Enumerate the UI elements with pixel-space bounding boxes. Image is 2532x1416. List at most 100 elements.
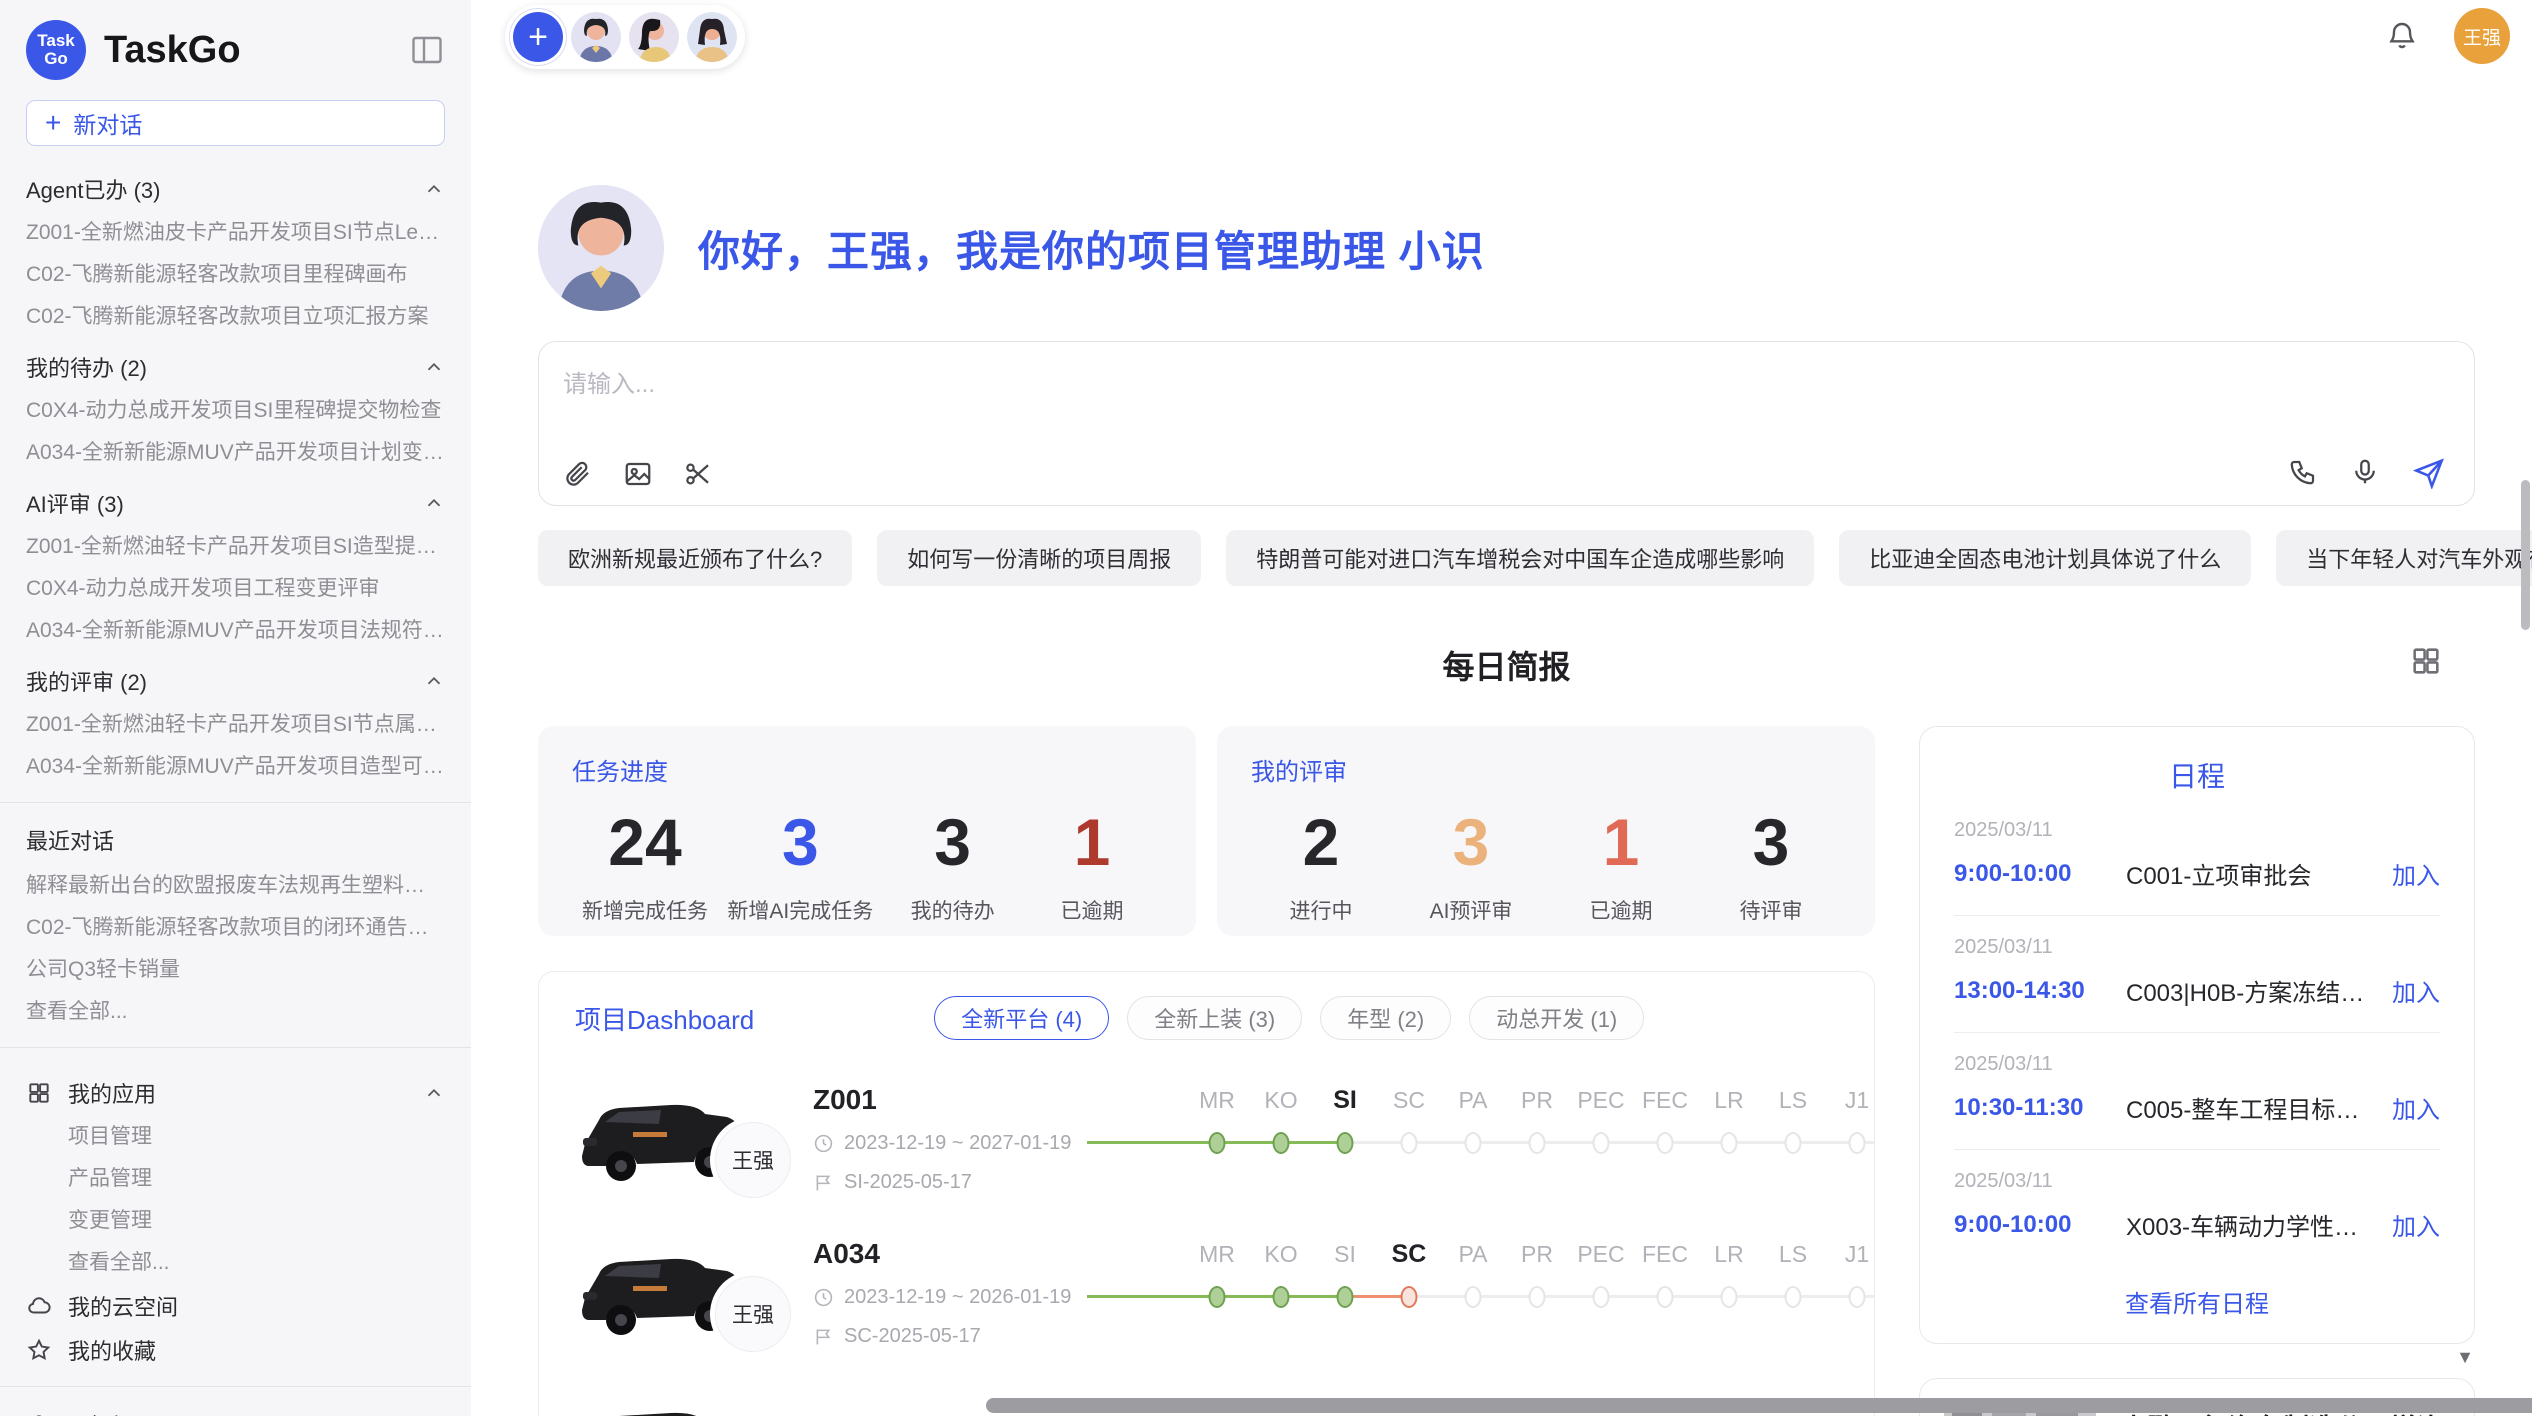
app-sub-item[interactable]: 项目管理 bbox=[26, 1116, 445, 1158]
stat-label: 新增AI完成任务 bbox=[727, 895, 873, 925]
recent-conversation-item[interactable]: 解释最新出台的欧盟报废车法规再生塑料比例被调至15%... bbox=[26, 865, 445, 907]
project-dates: 2023-12-19 ~ 2026-01-19 bbox=[813, 1286, 1063, 1309]
sidebar-item[interactable]: C0X4-动力总成开发项目工程变更评审 bbox=[26, 568, 445, 610]
project-row[interactable]: 王强Z0012023-12-19 ~ 2027-01-19SI-2025-05-… bbox=[575, 1080, 1838, 1194]
panel-collapse-icon[interactable] bbox=[409, 32, 445, 68]
star-icon bbox=[26, 1337, 52, 1363]
milestone-dot[interactable] bbox=[1465, 1132, 1482, 1154]
join-link[interactable]: 加入 bbox=[2392, 973, 2440, 1008]
sidebar-item[interactable]: C02-飞腾新能源轻客改款项目里程碑画布 bbox=[26, 254, 445, 296]
milestone-dot[interactable] bbox=[1209, 1286, 1226, 1308]
schedule-event-row: 2025/03/119:00-10:00X003-车辆动力学性能验...加入 bbox=[1954, 1150, 2440, 1266]
mic-icon[interactable] bbox=[2350, 457, 2380, 487]
scroll-down-arrow[interactable]: ▼ bbox=[2456, 1347, 2474, 1368]
milestone-dot[interactable] bbox=[1785, 1132, 1802, 1154]
sidebar-item[interactable]: Z001-全新燃油皮卡产品开发项目SI节点Lesson Learn报告 bbox=[26, 212, 445, 254]
suggestion-chip[interactable]: 特朗普可能对进口汽车增税会对中国车企造成哪些影响 bbox=[1226, 530, 1814, 586]
milestone-dot[interactable] bbox=[1209, 1132, 1226, 1154]
milestone-dot[interactable] bbox=[1785, 1286, 1802, 1308]
app-sub-item[interactable]: 产品管理 bbox=[26, 1158, 445, 1200]
filter-chip[interactable]: 年型 (2) bbox=[1320, 996, 1451, 1040]
sidebar-item[interactable]: A034-全新新能源MUV产品开发项目法规符合性评审 bbox=[26, 610, 445, 652]
chat-input[interactable]: 请输入... bbox=[538, 341, 2475, 506]
event-date: 2025/03/11 bbox=[1954, 936, 2440, 959]
recent-conversation-item[interactable]: 查看全部... bbox=[26, 991, 445, 1033]
bell-icon[interactable] bbox=[2386, 20, 2418, 52]
milestone-dot[interactable] bbox=[1721, 1132, 1738, 1154]
paperclip-icon[interactable] bbox=[563, 459, 593, 489]
logo-line2: Go bbox=[44, 50, 68, 68]
sidebar-section-title: AI评审 (3) bbox=[26, 487, 124, 519]
vertical-scrollbar[interactable] bbox=[2521, 480, 2530, 630]
sidebar-section-header[interactable]: 我的评审 (2) bbox=[26, 658, 445, 704]
sidebar-item[interactable]: Z001-全新燃油轻卡产品开发项目SI造型提交物评审 bbox=[26, 526, 445, 568]
sidebar-item-my-apps[interactable]: 我的应用 bbox=[26, 1070, 445, 1116]
milestone-dot[interactable] bbox=[1337, 1286, 1354, 1308]
milestone-dot[interactable] bbox=[1465, 1286, 1482, 1308]
sidebar-section-header[interactable]: Agent已办 (3) bbox=[26, 166, 445, 212]
sidebar-item[interactable]: C02-飞腾新能源轻客改款项目立项汇报方案 bbox=[26, 296, 445, 338]
add-conversation-button[interactable]: + bbox=[513, 12, 563, 62]
suggestion-chip[interactable]: 如何写一份清晰的项目周报 bbox=[877, 530, 1201, 586]
send-icon[interactable] bbox=[2412, 455, 2446, 489]
new-chat-button[interactable]: + 新对话 bbox=[26, 100, 445, 146]
avatar[interactable] bbox=[687, 12, 737, 62]
milestone-track: MRKOSISCPAPRPECFECLRLSJ1OKTB bbox=[1087, 1234, 1838, 1320]
suggestion-chip[interactable]: 当下年轻人对汽车外观有怎样的喜好趋势 bbox=[2276, 530, 2532, 586]
milestone-dot[interactable] bbox=[1337, 1132, 1354, 1154]
milestone-dot[interactable] bbox=[1657, 1286, 1674, 1308]
filter-chip[interactable]: 全新平台 (4) bbox=[934, 996, 1109, 1040]
sidebar-item[interactable]: A034-全新新能源MUV产品开发项目计划变更表编写 bbox=[26, 432, 445, 474]
milestone: KO bbox=[1249, 1080, 1313, 1166]
app-sub-item[interactable]: 查看全部... bbox=[26, 1242, 445, 1284]
sidebar-section-header[interactable]: 我的待办 (2) bbox=[26, 344, 445, 390]
input-tools-left bbox=[563, 459, 713, 489]
schedule-events: 2025/03/119:00-10:00C001-立项审批会加入2025/03/… bbox=[1954, 799, 2440, 1266]
milestone-dot[interactable] bbox=[1657, 1132, 1674, 1154]
sidebar-item[interactable]: A034-全新新能源MUV产品开发项目造型可行性评审 bbox=[26, 746, 445, 788]
milestone-dot[interactable] bbox=[1849, 1286, 1866, 1308]
milestone-dot[interactable] bbox=[1593, 1132, 1610, 1154]
app-sub-item[interactable]: 变更管理 bbox=[26, 1200, 445, 1242]
image-icon[interactable] bbox=[623, 459, 653, 489]
event-date: 2025/03/11 bbox=[1954, 819, 2440, 842]
dashboard-title: 项目Dashboard bbox=[575, 1000, 754, 1037]
phone-icon[interactable] bbox=[2288, 457, 2318, 487]
scissors-icon[interactable] bbox=[683, 459, 713, 489]
milestone-dot[interactable] bbox=[1849, 1132, 1866, 1154]
suggestion-chip[interactable]: 比亚迪全固态电池计划具体说了什么 bbox=[1839, 530, 2251, 586]
recent-conversation-item[interactable]: C02-飞腾新能源轻客改款项目的闭环通告反馈情况 bbox=[26, 907, 445, 949]
horizontal-scrollbar[interactable] bbox=[986, 1398, 2532, 1413]
sidebar-item-cloud-space[interactable]: 我的云空间 bbox=[26, 1284, 445, 1328]
filter-chip[interactable]: 动总开发 (1) bbox=[1469, 996, 1644, 1040]
user-avatar[interactable]: 王强 bbox=[2454, 8, 2510, 64]
avatar[interactable] bbox=[629, 12, 679, 62]
input-placeholder: 请输入... bbox=[563, 364, 655, 399]
sidebar-item[interactable]: Z001-全新燃油轻卡产品开发项目SI节点属性5D文件评审 bbox=[26, 704, 445, 746]
sidebar-section-header[interactable]: AI评审 (3) bbox=[26, 480, 445, 526]
view-all-schedule-link[interactable]: 查看所有日程 bbox=[1954, 1284, 2440, 1319]
layout-grid-icon[interactable] bbox=[2409, 644, 2443, 678]
milestone-dot[interactable] bbox=[1593, 1286, 1610, 1308]
sidebar-item-ai-super-staff[interactable]: AI超级员工 bbox=[26, 1403, 445, 1416]
join-link[interactable]: 加入 bbox=[2392, 1090, 2440, 1125]
join-link[interactable]: 加入 bbox=[2392, 856, 2440, 891]
dashboard-header: 项目Dashboard 全新平台 (4) 全新上装 (3) 年型 (2) 动总开发 (… bbox=[575, 996, 1838, 1040]
sidebar-item-favorites[interactable]: 我的收藏 bbox=[26, 1328, 445, 1372]
project-row[interactable]: 王强A0342023-12-19 ~ 2026-01-19SC-2025-05-… bbox=[575, 1234, 1838, 1348]
milestone-dot[interactable] bbox=[1401, 1132, 1418, 1154]
suggestion-chip[interactable]: 欧洲新规最近颁布了什么? bbox=[538, 530, 852, 586]
sidebar-apps: 我的应用 项目管理产品管理变更管理查看全部... 我的云空间 我的收藏 bbox=[0, 1058, 471, 1372]
milestone-dot[interactable] bbox=[1529, 1132, 1546, 1154]
event-time: 9:00-10:00 bbox=[1954, 860, 2126, 888]
milestone-dot[interactable] bbox=[1273, 1132, 1290, 1154]
recent-conversation-item[interactable]: 公司Q3轻卡销量 bbox=[26, 949, 445, 991]
milestone-dot[interactable] bbox=[1529, 1286, 1546, 1308]
join-link[interactable]: 加入 bbox=[2392, 1207, 2440, 1242]
filter-chip[interactable]: 全新上装 (3) bbox=[1127, 996, 1302, 1040]
milestone-dot[interactable] bbox=[1273, 1286, 1290, 1308]
milestone-dot[interactable] bbox=[1721, 1286, 1738, 1308]
milestone-dot[interactable] bbox=[1401, 1286, 1418, 1308]
sidebar-item[interactable]: C0X4-动力总成开发项目SI里程碑提交物检查 bbox=[26, 390, 445, 432]
avatar[interactable] bbox=[571, 12, 621, 62]
